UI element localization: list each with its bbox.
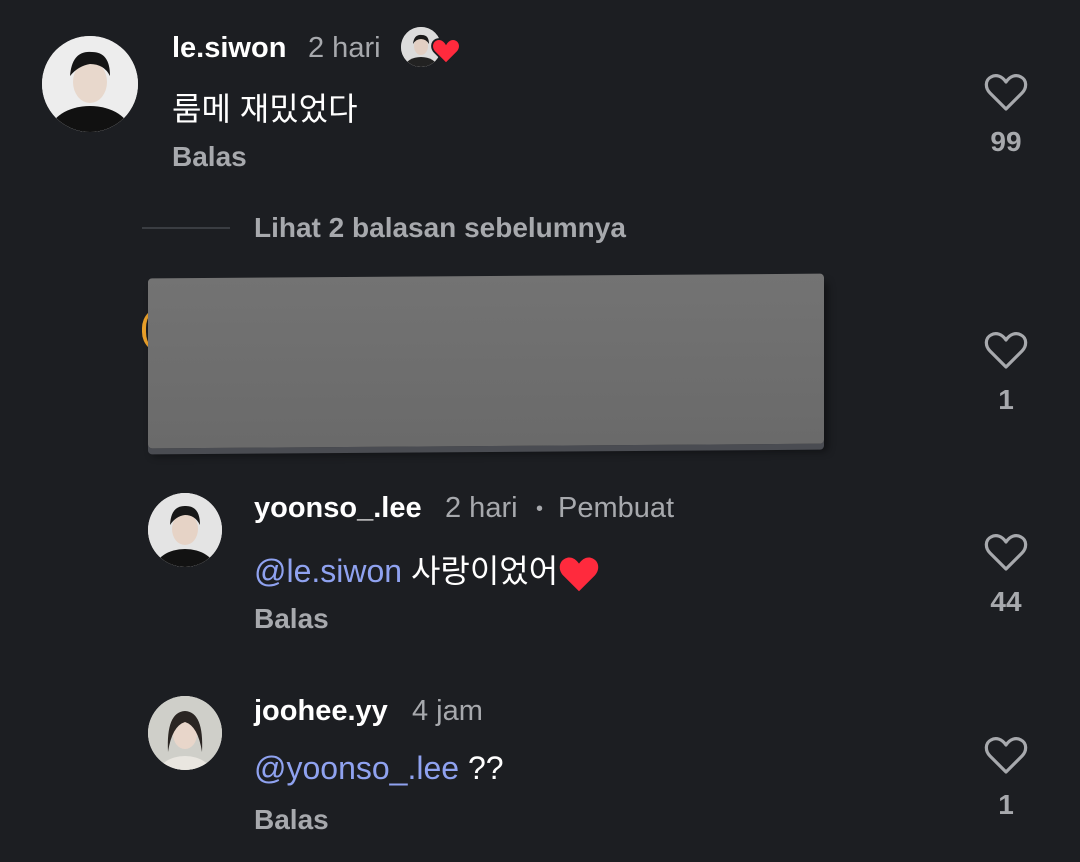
- meta-separator: •: [536, 498, 544, 520]
- like-button[interactable]: 1: [961, 330, 1051, 416]
- mention-link[interactable]: @le.siwon: [254, 553, 402, 589]
- red-heart-emoji-icon: [559, 556, 599, 591]
- comment-time: 2 hari: [445, 492, 518, 524]
- comment-username[interactable]: le.siwon: [172, 32, 286, 65]
- heart-outline-icon: [984, 332, 1028, 369]
- heart-outline-icon: [984, 737, 1028, 774]
- comment-text: ??: [459, 750, 504, 786]
- avatar-image: [148, 493, 222, 567]
- avatar-image: [148, 696, 222, 770]
- comment-time: 2 hari: [308, 32, 381, 64]
- comment-text-line: @le.siwon 사랑이었어: [254, 546, 600, 593]
- comment-username[interactable]: joohee.yy: [254, 695, 388, 728]
- reply-button[interactable]: Balas: [172, 141, 247, 173]
- comment-time: 4 jam: [412, 695, 483, 727]
- heart-badge-icon: [431, 38, 461, 65]
- creator-liked-badge: [401, 27, 463, 69]
- like-button[interactable]: 1: [961, 735, 1051, 821]
- comment-username[interactable]: yoonso_.lee: [254, 492, 422, 525]
- heart-outline-icon: [984, 534, 1028, 571]
- like-button[interactable]: 44: [961, 532, 1051, 618]
- comment-text-line: @yoonso_.lee ??: [254, 750, 504, 787]
- comment-text: 룸메 재밌었다: [172, 91, 358, 127]
- thread-divider: [142, 227, 230, 229]
- avatar-joohee-yy[interactable]: [148, 696, 222, 770]
- avatar-image: [42, 36, 138, 132]
- like-count: 1: [998, 789, 1014, 820]
- like-count: 1: [998, 384, 1014, 415]
- author-badge: Pembuat: [558, 492, 675, 524]
- comment-text: 사랑이었어: [402, 553, 559, 589]
- like-button[interactable]: 99: [961, 72, 1051, 158]
- avatar-le-siwon[interactable]: [42, 36, 138, 132]
- like-count: 99: [990, 126, 1022, 157]
- like-count: 44: [990, 586, 1022, 617]
- avatar-yoonso-lee[interactable]: [148, 493, 222, 567]
- reply-button[interactable]: Balas: [254, 603, 329, 635]
- view-previous-replies[interactable]: Lihat 2 balasan sebelumnya: [254, 212, 626, 244]
- mention-link[interactable]: @yoonso_.lee: [254, 750, 459, 786]
- heart-outline-icon: [984, 74, 1028, 111]
- redacted-reply: [148, 273, 824, 449]
- reply-button[interactable]: Balas: [254, 804, 329, 836]
